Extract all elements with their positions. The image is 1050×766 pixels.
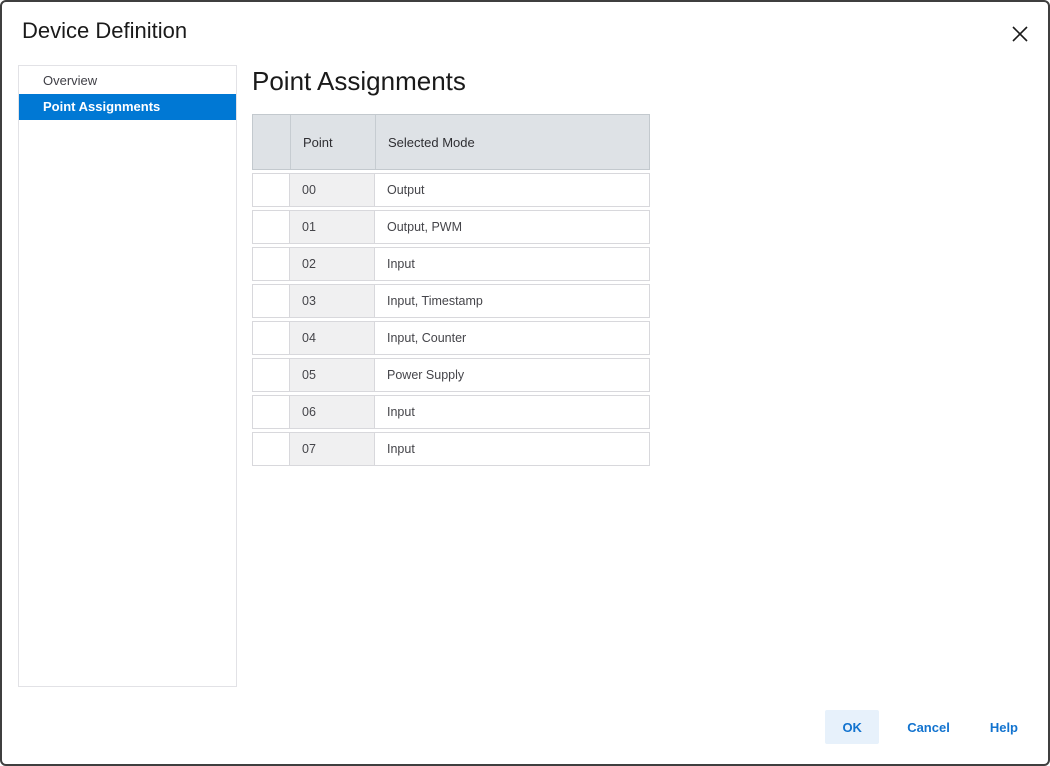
point-cell: 07 xyxy=(290,433,375,465)
point-cell: 03 xyxy=(290,285,375,317)
mode-cell[interactable]: Input, Counter xyxy=(375,322,649,354)
point-cell: 05 xyxy=(290,359,375,391)
header-point-cell: Point xyxy=(291,115,376,169)
mode-cell[interactable]: Input, Timestamp xyxy=(375,285,649,317)
device-definition-dialog: Device Definition OverviewPoint Assignme… xyxy=(0,0,1050,766)
footer-button-bar: OK Cancel Help xyxy=(825,710,1030,744)
row-selector-cell[interactable] xyxy=(253,359,290,391)
sidebar: OverviewPoint Assignments xyxy=(18,65,237,687)
mode-cell[interactable]: Input xyxy=(375,248,649,280)
table-row[interactable]: 06Input xyxy=(252,395,650,429)
close-button[interactable] xyxy=(1008,22,1032,46)
help-button[interactable]: Help xyxy=(978,710,1030,744)
point-cell: 00 xyxy=(290,174,375,206)
mode-cell[interactable]: Input xyxy=(375,396,649,428)
table-body: 00Output01Output, PWM02Input03Input, Tim… xyxy=(252,173,650,466)
point-cell: 02 xyxy=(290,248,375,280)
table-row[interactable]: 00Output xyxy=(252,173,650,207)
point-cell: 01 xyxy=(290,211,375,243)
row-selector-cell[interactable] xyxy=(253,285,290,317)
table-row[interactable]: 04Input, Counter xyxy=(252,321,650,355)
table-row[interactable]: 01Output, PWM xyxy=(252,210,650,244)
table-row[interactable]: 05Power Supply xyxy=(252,358,650,392)
point-cell: 04 xyxy=(290,322,375,354)
table-row[interactable]: 02Input xyxy=(252,247,650,281)
mode-cell[interactable]: Input xyxy=(375,433,649,465)
header-selector-cell xyxy=(253,115,291,169)
row-selector-cell[interactable] xyxy=(253,433,290,465)
table-header-row: Point Selected Mode xyxy=(252,114,650,170)
mode-cell[interactable]: Power Supply xyxy=(375,359,649,391)
table-row[interactable]: 03Input, Timestamp xyxy=(252,284,650,318)
table-row[interactable]: 07Input xyxy=(252,432,650,466)
row-selector-cell[interactable] xyxy=(253,211,290,243)
row-selector-cell[interactable] xyxy=(253,396,290,428)
sidebar-item-point-assignments[interactable]: Point Assignments xyxy=(19,94,236,120)
page-title: Point Assignments xyxy=(252,66,466,97)
close-icon xyxy=(1011,25,1029,43)
sidebar-item-overview[interactable]: Overview xyxy=(19,68,236,94)
mode-cell[interactable]: Output xyxy=(375,174,649,206)
dialog-title: Device Definition xyxy=(22,18,187,44)
ok-button[interactable]: OK xyxy=(825,710,879,744)
row-selector-cell[interactable] xyxy=(253,248,290,280)
row-selector-cell[interactable] xyxy=(253,174,290,206)
header-selected-mode-cell: Selected Mode xyxy=(376,115,649,169)
cancel-button[interactable]: Cancel xyxy=(895,710,962,744)
row-selector-cell[interactable] xyxy=(253,322,290,354)
mode-cell[interactable]: Output, PWM xyxy=(375,211,649,243)
point-assignments-table: Point Selected Mode 00Output01Output, PW… xyxy=(252,114,650,466)
point-cell: 06 xyxy=(290,396,375,428)
